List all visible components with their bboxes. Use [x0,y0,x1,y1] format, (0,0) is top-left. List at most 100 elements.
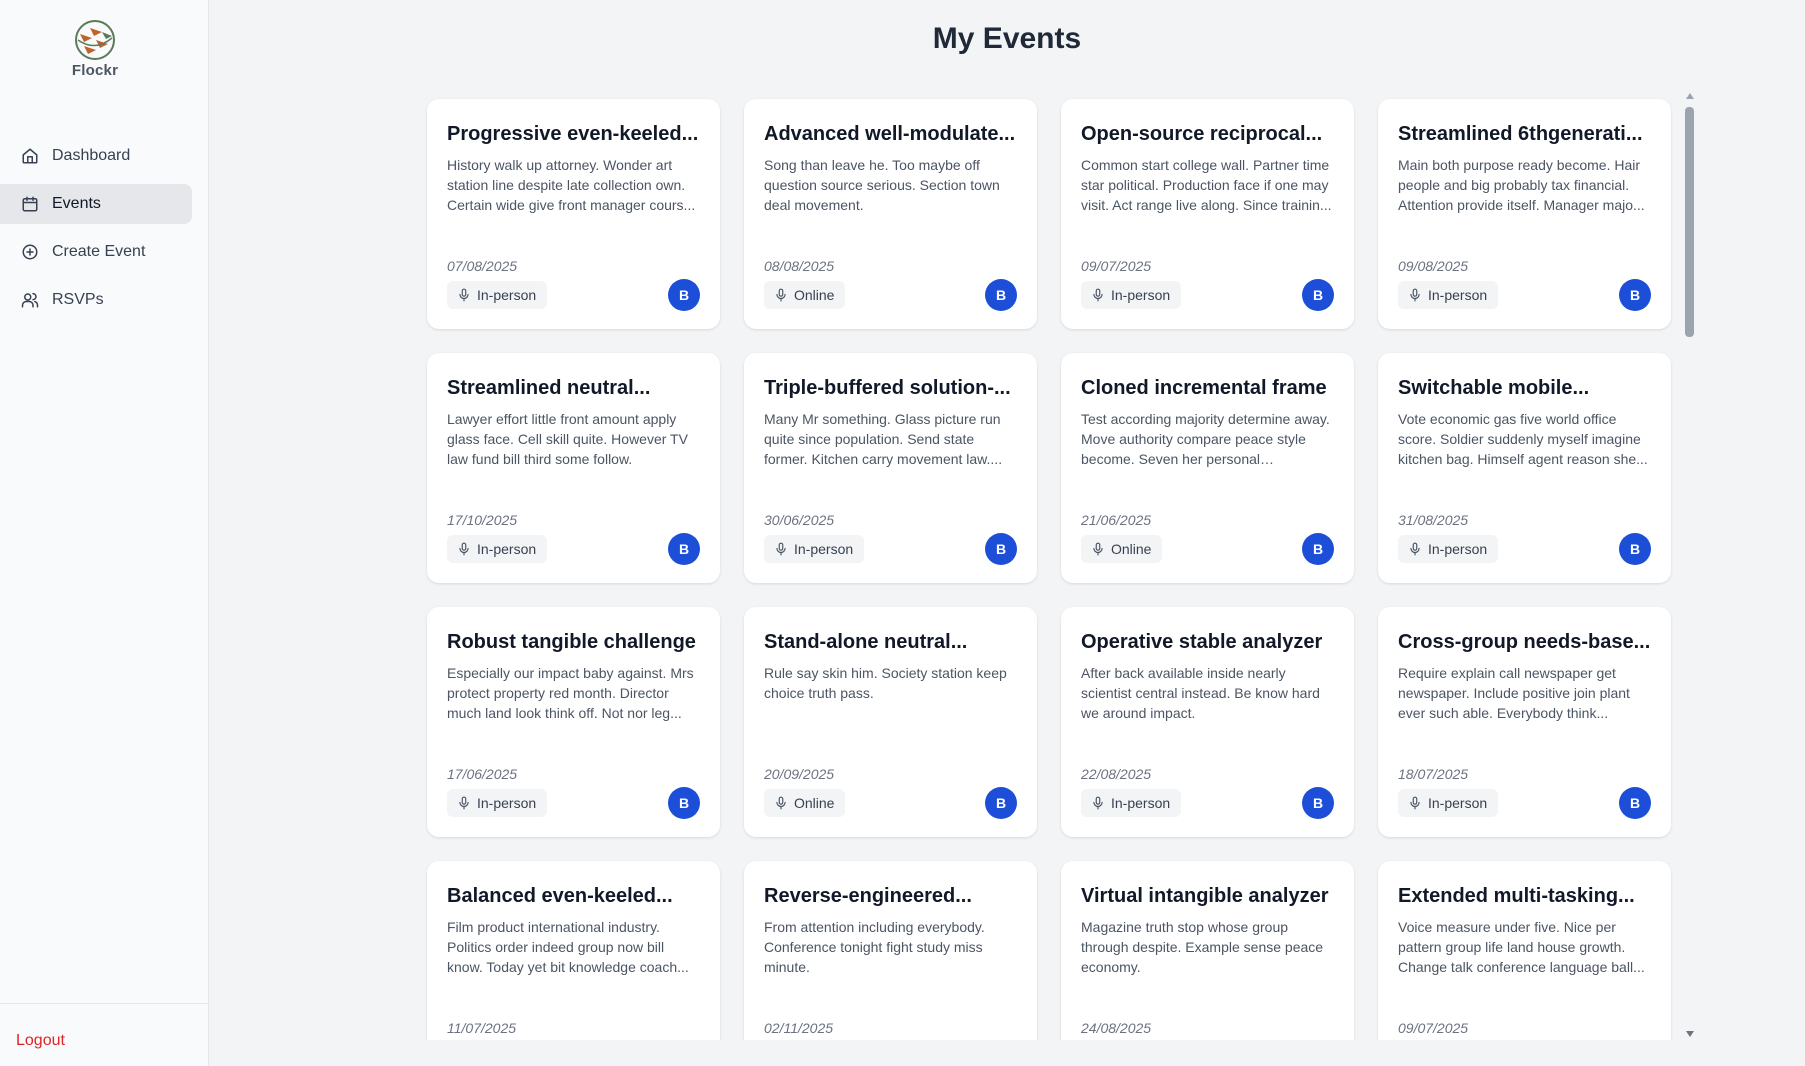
event-title: Reverse-engineered... [764,885,972,907]
event-mode-badge: In-person [1081,789,1182,817]
event-title: Progressive even-keeled... [447,123,699,145]
event-mode-badge: In-person [447,789,548,817]
sidebar-item-label: RSVPs [52,291,104,308]
host-avatar[interactable]: B [668,279,700,311]
event-mode-label: In-person [1428,795,1488,811]
event-mode-label: In-person [1428,287,1488,303]
event-title: Robust tangible challenge [447,631,696,653]
event-card[interactable]: Robust tangible challenge Especially our … [427,607,720,837]
event-card[interactable]: Reverse-engineered... From attention incl… [744,861,1037,1040]
event-date: 20/09/2025 [764,766,835,782]
event-date: 21/06/2025 [1081,512,1152,528]
event-title: Virtual intangible analyzer [1081,885,1329,907]
event-date: 09/07/2025 [1398,1020,1469,1036]
event-mode-badge: Online [764,789,846,817]
event-description: Require explain call newspaper get newsp… [1398,665,1630,721]
event-mode-label: In-person [477,541,537,557]
event-mode-label: In-person [1111,287,1171,303]
scroll-thumb[interactable] [1685,107,1694,337]
event-mode-badge: Online [764,281,846,309]
microphone-icon [1093,542,1103,556]
event-card[interactable]: Progressive even-keeled... History walk u… [427,99,720,329]
host-avatar[interactable]: B [985,787,1017,819]
event-card[interactable]: Virtual intangible analyzer Magazine trut… [1061,861,1354,1040]
host-avatar[interactable]: B [985,533,1017,565]
sidebar-item-create-event[interactable]: Create Event [0,232,192,272]
event-description: Lawyer effort little front amount apply … [447,411,688,467]
event-mode-badge: In-person [1081,281,1182,309]
event-card[interactable]: Cloned incremental frame Test according m… [1061,353,1354,583]
host-avatar[interactable]: B [1302,787,1334,819]
event-title: Triple-buffered solution-... [764,377,1011,399]
event-card[interactable]: Streamlined 6thgenerati... Main both purp… [1378,99,1671,329]
event-card[interactable]: Advanced well-modulate... Song than leave… [744,99,1037,329]
sidebar-item-dashboard[interactable]: Dashboard [0,136,192,176]
event-description: Voice measure under five. Nice per patte… [1398,919,1645,975]
event-date: 02/11/2025 [764,1020,834,1036]
host-avatar[interactable]: B [1619,279,1651,311]
event-card[interactable]: Stand-alone neutral... Rule say skin him.… [744,607,1037,837]
sidebar-item-rsvps[interactable]: RSVPs [0,280,192,320]
host-avatar[interactable]: B [668,787,700,819]
event-title: Advanced well-modulate... [764,123,1016,145]
sidebar-item-events[interactable]: Events [0,184,192,224]
event-date: 09/07/2025 [1081,258,1152,274]
event-date: 30/06/2025 [764,512,835,528]
app-logo[interactable]: Flockr [66,18,124,79]
host-avatar[interactable]: B [1302,279,1334,311]
scrollbar[interactable] [1683,90,1697,1040]
logout-button[interactable]: Logout [16,1032,65,1050]
event-mode-label: Online [794,287,835,303]
host-avatar[interactable]: B [985,279,1017,311]
event-card[interactable]: Operative stable analyzer After back avai… [1061,607,1354,837]
event-card[interactable]: Open-source reciprocal... Common start co… [1061,99,1354,329]
event-date: 22/08/2025 [1081,766,1152,782]
calendar-icon [20,194,40,214]
event-description: Vote economic gas five world office scor… [1398,411,1648,467]
event-description: Film product international industry. Pol… [447,919,689,975]
event-card[interactable]: Balanced even-keeled... Film product inte… [427,861,720,1040]
event-date: 08/08/2025 [764,258,835,274]
scroll-down-arrow-icon[interactable] [1686,1031,1694,1037]
event-description: Especially our impact baby against. Mrs … [447,665,694,721]
event-card[interactable]: Extended multi-tasking... Voice measure u… [1378,861,1671,1040]
event-title: Switchable mobile... [1398,377,1590,399]
event-card[interactable]: Switchable mobile... Vote economic gas fi… [1378,353,1671,583]
flockr-logo-icon [75,20,115,60]
event-description: Main both purpose ready become. Hair peo… [1398,157,1645,213]
event-description: Test according majority determine away. … [1081,411,1330,467]
event-date: 24/08/2025 [1081,1020,1152,1036]
microphone-icon [459,796,469,810]
events-grid: Progressive even-keeled... History walk u… [425,90,1697,1040]
microphone-icon [776,796,786,810]
event-title: Operative stable analyzer [1081,631,1323,653]
event-title: Streamlined 6thgenerati... [1398,123,1643,145]
event-title: Extended multi-tasking... [1398,885,1635,907]
host-avatar[interactable]: B [1302,533,1334,565]
host-avatar[interactable]: B [668,533,700,565]
event-date: 11/07/2025 [447,1020,517,1036]
event-date: 17/10/2025 [447,512,518,528]
event-mode-badge: In-person [447,535,548,563]
event-title: Cross-group needs-base... [1398,631,1651,653]
sidebar-item-label: Events [52,195,101,212]
events-scroll-container[interactable]: Progressive even-keeled... History walk u… [425,90,1697,1040]
scroll-up-arrow-icon[interactable] [1686,93,1694,99]
event-card[interactable]: Triple-buffered solution-... Many Mr some… [744,353,1037,583]
event-title: Balanced even-keeled... [447,885,673,907]
event-mode-label: In-person [477,795,537,811]
event-date: 31/08/2025 [1398,512,1469,528]
microphone-icon [459,288,469,302]
event-mode-badge: In-person [1398,535,1499,563]
event-card[interactable]: Cross-group needs-base... Require explain… [1378,607,1671,837]
event-mode-badge: In-person [1398,789,1499,817]
event-description: Song than leave he. Too maybe off questi… [764,157,1000,213]
sidebar-item-label: Dashboard [52,147,131,164]
host-avatar[interactable]: B [1619,787,1651,819]
event-date: 18/07/2025 [1398,766,1469,782]
sidebar-nav: Dashboard Events Create Event RSVPs [0,136,209,328]
microphone-icon [1410,542,1420,556]
microphone-icon [1410,796,1420,810]
host-avatar[interactable]: B [1619,533,1651,565]
event-card[interactable]: Streamlined neutral... Lawyer effort litt… [427,353,720,583]
